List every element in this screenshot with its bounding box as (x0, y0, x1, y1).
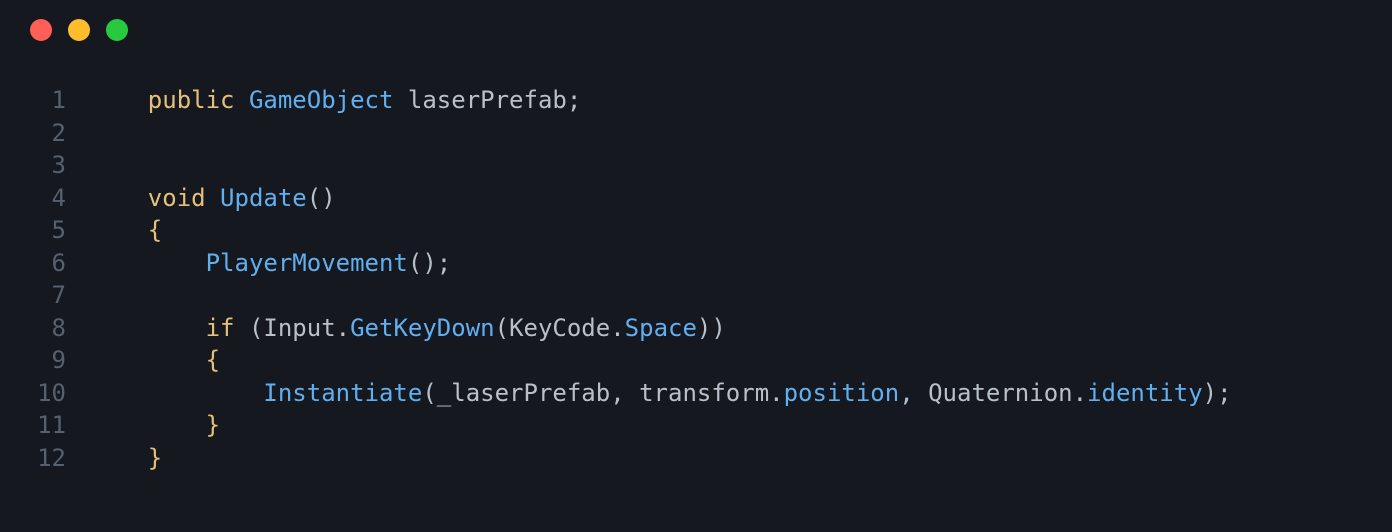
token: . (610, 314, 624, 342)
token: )) (697, 314, 726, 342)
line-gutter: 123456789101112 (0, 84, 90, 474)
line-number: 2 (0, 117, 66, 150)
code-line[interactable]: Instantiate(_laserPrefab, transform.posi… (90, 377, 1392, 410)
code-window: 123456789101112 public GameObject laserP… (0, 0, 1392, 532)
token: GameObject (249, 86, 394, 114)
token (235, 86, 249, 114)
token: { (148, 216, 162, 244)
line-number: 5 (0, 214, 66, 247)
line-number: 10 (0, 377, 66, 410)
code-line[interactable]: void Update() (90, 182, 1392, 215)
token: PlayerMovement (206, 249, 408, 277)
token: ; (567, 86, 581, 114)
token: Input (263, 314, 335, 342)
code-area[interactable]: public GameObject laserPrefab; void Upda… (90, 84, 1392, 474)
token: identity (1087, 379, 1203, 407)
token: } (206, 411, 220, 439)
token: . (1073, 379, 1087, 407)
token: . (336, 314, 350, 342)
token: laserPrefab (408, 86, 567, 114)
line-number: 3 (0, 149, 66, 182)
token: } (148, 444, 162, 472)
line-number: 11 (0, 409, 66, 442)
line-number: 7 (0, 279, 66, 312)
line-number: 1 (0, 84, 66, 117)
token (393, 86, 407, 114)
token: Quaternion (928, 379, 1073, 407)
token: public (148, 86, 235, 114)
token: Update (220, 184, 307, 212)
token: Instantiate (263, 379, 422, 407)
token (148, 411, 206, 439)
token: ); (1203, 379, 1232, 407)
code-line[interactable]: if (Input.GetKeyDown(KeyCode.Space)) (90, 312, 1392, 345)
token: ( (495, 314, 509, 342)
token (148, 314, 206, 342)
token: { (206, 346, 220, 374)
token (148, 249, 206, 277)
token: Space (625, 314, 697, 342)
token (206, 184, 220, 212)
token: void (148, 184, 206, 212)
titlebar (0, 0, 1392, 60)
token: position (784, 379, 900, 407)
code-line[interactable]: } (90, 442, 1392, 475)
token: KeyCode (509, 314, 610, 342)
token: ( (422, 379, 436, 407)
close-icon[interactable] (30, 19, 52, 41)
code-line[interactable] (90, 279, 1392, 312)
maximize-icon[interactable] (106, 19, 128, 41)
token: ( (235, 314, 264, 342)
token (148, 346, 206, 374)
token: . (769, 379, 783, 407)
line-number: 9 (0, 344, 66, 377)
minimize-icon[interactable] (68, 19, 90, 41)
token (148, 379, 264, 407)
code-line[interactable] (90, 117, 1392, 150)
code-editor[interactable]: 123456789101112 public GameObject laserP… (0, 60, 1392, 498)
line-number: 4 (0, 182, 66, 215)
token: _laserPrefab (437, 379, 610, 407)
code-line[interactable]: } (90, 409, 1392, 442)
code-line[interactable]: PlayerMovement(); (90, 247, 1392, 280)
token: GetKeyDown (350, 314, 495, 342)
token: , (610, 379, 639, 407)
line-number: 6 (0, 247, 66, 280)
code-line[interactable]: { (90, 344, 1392, 377)
token: transform (639, 379, 769, 407)
token: (); (408, 249, 451, 277)
code-line[interactable] (90, 149, 1392, 182)
line-number: 8 (0, 312, 66, 345)
line-number: 12 (0, 442, 66, 475)
token: , (899, 379, 928, 407)
token: if (206, 314, 235, 342)
token: () (307, 184, 336, 212)
code-line[interactable]: { (90, 214, 1392, 247)
code-line[interactable]: public GameObject laserPrefab; (90, 84, 1392, 117)
